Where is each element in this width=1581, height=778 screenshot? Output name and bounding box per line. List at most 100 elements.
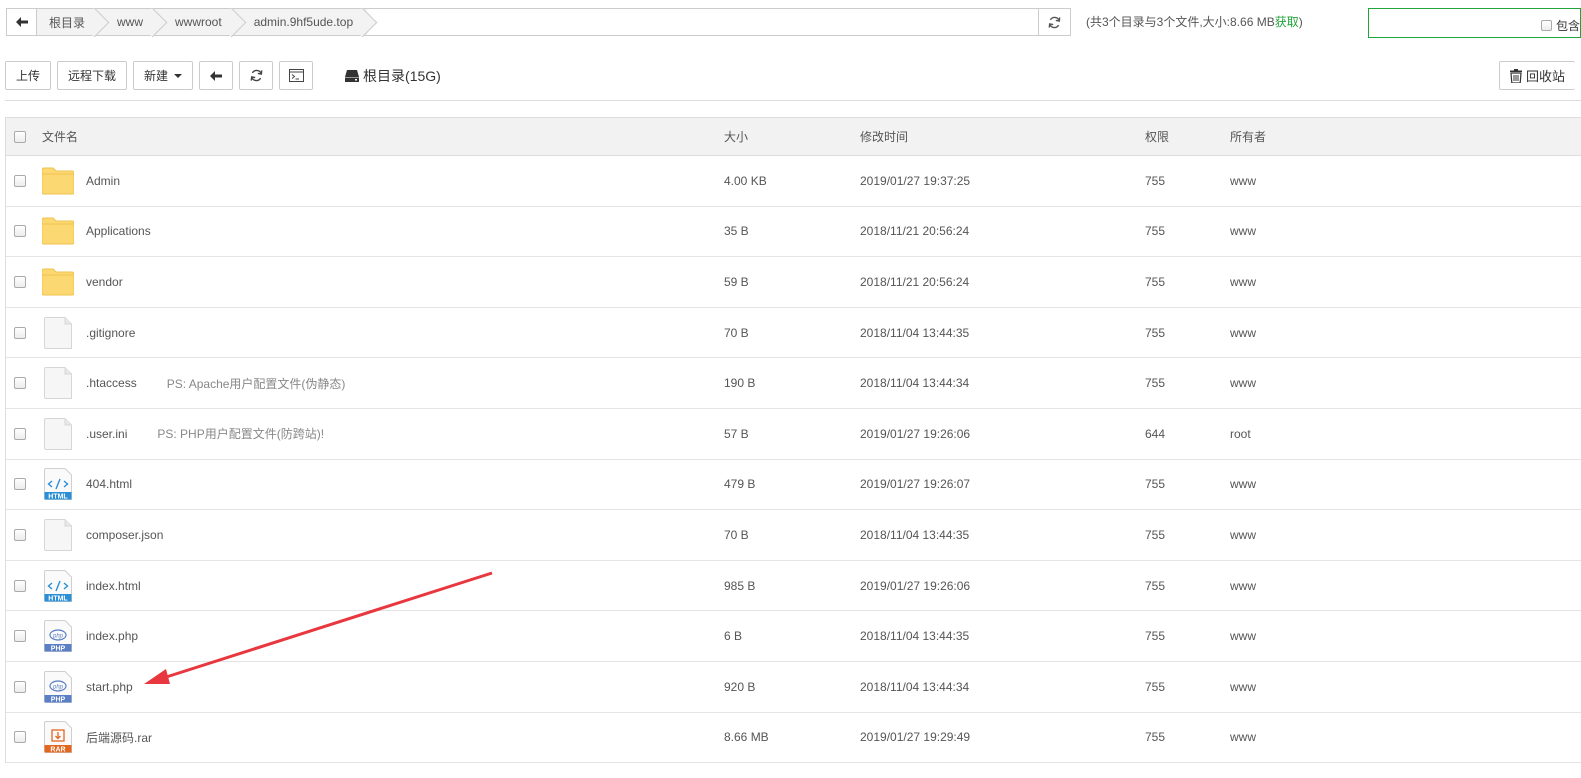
table-row[interactable]: Applications 35 B 2018/11/21 20:56:24 755 ww…: [6, 207, 1581, 258]
file-name[interactable]: .htaccess: [86, 376, 137, 390]
path-refresh-button[interactable]: [1038, 9, 1070, 35]
file-note: PS: PHP用户配置文件(防跨站)!: [157, 427, 325, 442]
row-checkbox[interactable]: [14, 275, 26, 288]
folder-icon: [42, 165, 74, 197]
table-row[interactable]: .htaccess PS: Apache用户配置文件(伪静态) 190 B 2018/…: [6, 358, 1581, 409]
row-checkbox[interactable]: [14, 427, 26, 440]
row-checkbox[interactable]: [14, 377, 26, 390]
path-input-area[interactable]: [367, 9, 1038, 35]
file-name[interactable]: start.php: [86, 680, 133, 694]
svg-text:HTML: HTML: [48, 595, 68, 602]
file-size: 4.00 KB: [724, 173, 767, 188]
file-modified-time: 2018/11/21 20:56:24: [860, 274, 970, 289]
file-icon: [42, 367, 74, 400]
file-permission[interactable]: 755: [1145, 460, 1165, 510]
toolbar: 上传 远程下载 新建 根目录(15G): [5, 61, 441, 90]
file-permission[interactable]: 755: [1145, 257, 1165, 307]
file-name[interactable]: Admin: [86, 174, 120, 188]
file-owner[interactable]: www: [1230, 713, 1256, 763]
terminal-button[interactable]: [279, 61, 314, 90]
folder-icon: [42, 266, 74, 298]
column-header-size[interactable]: 大小: [724, 118, 748, 155]
file-permission[interactable]: 755: [1145, 156, 1165, 206]
file-owner[interactable]: www: [1230, 662, 1256, 712]
recycle-bin-button[interactable]: 回收站: [1499, 61, 1576, 90]
column-header-time[interactable]: 修改时间: [860, 118, 908, 155]
row-checkbox[interactable]: [14, 680, 26, 693]
include-checkbox[interactable]: [1540, 20, 1552, 31]
table-row[interactable]: Admin 4.00 KB 2019/01/27 19:37:25 755 www: [6, 156, 1581, 207]
file-permission[interactable]: 755: [1145, 713, 1165, 763]
fetch-size-link[interactable]: 获取: [1275, 15, 1299, 29]
file-modified-time: 2019/01/27 19:26:06: [860, 426, 971, 441]
row-checkbox[interactable]: [14, 528, 26, 541]
file-owner[interactable]: www: [1230, 257, 1256, 307]
table-row[interactable]: .gitignore 70 B 2018/11/04 13:44:35 755 www: [6, 308, 1581, 359]
file-name[interactable]: composer.json: [86, 528, 163, 542]
row-checkbox[interactable]: [14, 579, 26, 592]
file-permission[interactable]: 755: [1145, 510, 1165, 560]
table-row[interactable]: HTML 404.html 479 B 2019/01/27 19:26:07 755 w…: [6, 460, 1581, 511]
breadcrumb-item[interactable]: wwwroot: [157, 9, 236, 35]
table-row[interactable]: vendor 59 B 2018/11/21 20:56:24 755 www: [6, 257, 1581, 308]
search-include-subdir[interactable]: 包含: [1540, 17, 1580, 34]
row-checkbox[interactable]: [14, 326, 26, 339]
file-name[interactable]: index.html: [86, 579, 141, 593]
table-row[interactable]: HTML index.html 985 B 2019/01/27 19:26:06 75…: [6, 561, 1581, 612]
remote-download-button[interactable]: 远程下载: [57, 61, 128, 90]
file-owner[interactable]: root: [1230, 409, 1251, 459]
trash-icon: [1510, 68, 1522, 83]
disk-root-button[interactable]: 根目录(15G): [345, 66, 441, 86]
column-header-name[interactable]: 文件名: [42, 118, 78, 155]
search-input[interactable]: 包含: [1368, 8, 1581, 38]
svg-text:PHP: PHP: [51, 696, 66, 703]
file-owner[interactable]: www: [1230, 460, 1256, 510]
breadcrumb-item[interactable]: admin.9hf5ude.top: [236, 9, 367, 35]
file-permission[interactable]: 644: [1145, 409, 1165, 459]
row-checkbox[interactable]: [14, 174, 26, 187]
file-owner[interactable]: www: [1230, 510, 1256, 560]
back-button[interactable]: [199, 61, 234, 90]
file-modified-time: 2018/11/04 13:44:34: [860, 376, 970, 391]
table-row[interactable]: RAR 后端源码.rar 8.66 MB 2019/01/27 19:29:49 755…: [6, 713, 1581, 764]
file-size: 35 B: [724, 224, 749, 239]
php-file-icon: php PHP: [42, 620, 74, 653]
file-permission[interactable]: 755: [1145, 358, 1165, 408]
file-permission[interactable]: 755: [1145, 207, 1165, 257]
file-owner[interactable]: www: [1230, 561, 1256, 611]
table-row[interactable]: composer.json 70 B 2018/11/04 13:44:35 755 w…: [6, 510, 1581, 561]
select-all-checkbox[interactable]: [14, 130, 26, 143]
file-permission[interactable]: 755: [1145, 611, 1165, 661]
file-name[interactable]: vendor: [86, 275, 123, 289]
refresh-button[interactable]: [239, 61, 274, 90]
file-permission[interactable]: 755: [1145, 561, 1165, 611]
table-row[interactable]: php PHP start.php 920 B 2018/11/04 13:44:34 7…: [6, 662, 1581, 713]
row-checkbox[interactable]: [14, 630, 26, 643]
file-name[interactable]: 404.html: [86, 477, 132, 491]
file-owner[interactable]: www: [1230, 611, 1256, 661]
file-owner[interactable]: www: [1230, 207, 1256, 257]
file-name[interactable]: Applications: [86, 224, 151, 238]
file-name[interactable]: .user.ini: [86, 427, 127, 441]
file-name[interactable]: .gitignore: [86, 326, 135, 340]
file-size: 8.66 MB: [724, 730, 769, 745]
file-name[interactable]: 后端源码.rar: [86, 729, 152, 746]
upload-button[interactable]: 上传: [5, 61, 52, 90]
svg-text:php: php: [52, 633, 64, 639]
path-back-button[interactable]: [7, 9, 37, 35]
row-checkbox[interactable]: [14, 225, 26, 238]
file-permission[interactable]: 755: [1145, 308, 1165, 358]
table-row[interactable]: php PHP index.php 6 B 2018/11/04 13:44:35 755…: [6, 611, 1581, 662]
file-owner[interactable]: www: [1230, 156, 1256, 206]
file-owner[interactable]: www: [1230, 308, 1256, 358]
row-checkbox[interactable]: [14, 478, 26, 491]
new-button[interactable]: 新建: [133, 61, 194, 90]
file-modified-time: 2019/01/27 19:37:25: [860, 173, 971, 188]
row-checkbox[interactable]: [14, 731, 26, 744]
file-permission[interactable]: 755: [1145, 662, 1165, 712]
file-owner[interactable]: www: [1230, 358, 1256, 408]
refresh-icon: [250, 69, 262, 82]
breadcrumb-item[interactable]: 根目录: [37, 9, 99, 35]
table-row[interactable]: .user.ini PS: PHP用户配置文件(防跨站)! 57 B 2019/01/…: [6, 409, 1581, 460]
file-name[interactable]: index.php: [86, 629, 138, 643]
